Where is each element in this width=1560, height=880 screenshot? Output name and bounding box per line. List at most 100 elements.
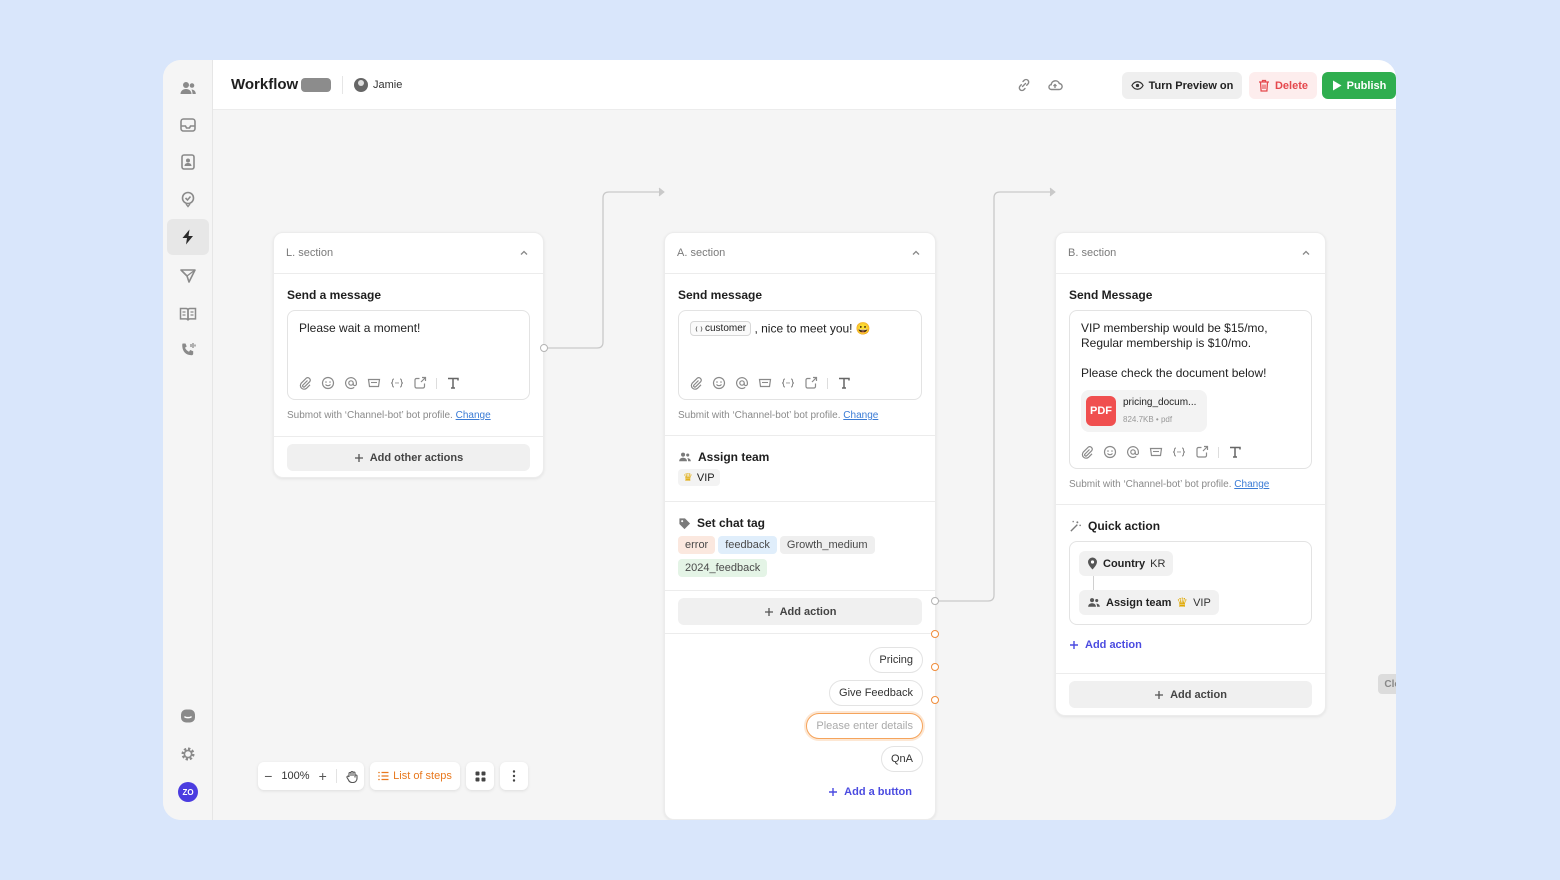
add-action-button[interactable]: Add action: [678, 598, 922, 625]
submit-text: Submit with ‘Channel-bot’ bot profile.: [1069, 479, 1232, 490]
share-icon[interactable]: [1195, 445, 1209, 459]
mention-icon[interactable]: [344, 376, 358, 390]
variable-icon[interactable]: [781, 376, 795, 390]
variable-icon[interactable]: [390, 376, 404, 390]
zoom-out-button[interactable]: −: [264, 768, 272, 784]
tag-list: error feedback Growth_medium 2024_feedback: [678, 536, 922, 582]
change-link[interactable]: Change: [1234, 479, 1269, 490]
publish-button[interactable]: Publish: [1322, 72, 1396, 99]
workspace-avatar[interactable]: ZO: [178, 782, 198, 802]
hand-icon[interactable]: [346, 770, 358, 783]
attach-icon[interactable]: [1080, 445, 1094, 459]
pricing-output-port[interactable]: [931, 597, 939, 605]
quick-action-block: Quick action Country KR Assign team ♛ VI…: [1056, 505, 1325, 674]
section-header[interactable]: L. section: [274, 233, 543, 274]
submit-text: Submot with ‘Channel-bot’ bot profile.: [287, 410, 453, 421]
phone-icon: [182, 343, 196, 356]
add-action-button[interactable]: Add action: [1069, 681, 1312, 708]
close-tooltip-button[interactable]: Close: [1378, 674, 1396, 694]
book-icon: [179, 307, 197, 321]
divider: [436, 377, 437, 389]
section-l-output-port[interactable]: [540, 344, 548, 352]
mention-icon[interactable]: [1126, 445, 1140, 459]
sticker-icon[interactable]: [367, 376, 381, 390]
add-a-button-link[interactable]: Add a button: [828, 786, 912, 798]
delete-button[interactable]: Delete: [1249, 72, 1317, 99]
delete-label: Delete: [1274, 79, 1309, 92]
add-action-link[interactable]: Add action: [1069, 639, 1312, 651]
text-format-icon[interactable]: [1228, 445, 1242, 459]
change-link[interactable]: Change: [456, 410, 491, 421]
reply-button-give-feedback[interactable]: Give Feedback: [829, 680, 923, 706]
rail-contacts[interactable]: [167, 70, 209, 106]
section-card-a[interactable]: A. section Send message customer , nice …: [664, 232, 936, 820]
list-of-steps-button[interactable]: List of steps: [370, 762, 460, 790]
message-editor[interactable]: customer , nice to meet you! 😀: [678, 310, 922, 400]
cloud-upload-icon[interactable]: [1047, 77, 1063, 93]
tag-chip[interactable]: Growth_medium: [779, 536, 875, 554]
add-other-actions-button[interactable]: Add other actions: [287, 444, 530, 471]
reply-button-pricing[interactable]: Pricing: [869, 647, 923, 673]
message-editor[interactable]: VIP membership would be $15/mo, Regular …: [1069, 310, 1312, 469]
rail-docs[interactable]: [167, 296, 209, 332]
text-format-icon[interactable]: [837, 376, 851, 390]
tag-chip[interactable]: feedback: [718, 536, 777, 554]
emoji-icon[interactable]: [321, 376, 335, 390]
share-icon[interactable]: [804, 376, 818, 390]
sticker-icon[interactable]: [758, 376, 772, 390]
rail-tasks[interactable]: [167, 181, 209, 217]
rail-settings[interactable]: [167, 736, 209, 772]
change-link[interactable]: Change: [843, 410, 878, 421]
attach-icon[interactable]: [298, 376, 312, 390]
tag-chip[interactable]: error: [678, 536, 716, 554]
section-card-l[interactable]: L. section Send a message Please wait a …: [273, 232, 544, 478]
block-title: Set chat tag: [678, 516, 922, 530]
team-chip: ♛ VIP: [678, 469, 720, 486]
assign-team-chip[interactable]: Assign team ♛ VIP: [1079, 590, 1219, 615]
message-editor[interactable]: Please wait a moment!: [287, 310, 530, 400]
chevron-up-icon[interactable]: [519, 248, 529, 258]
section-header[interactable]: A. section: [665, 233, 935, 274]
reply-button-details-input[interactable]: Please enter details: [806, 713, 923, 739]
chevron-up-icon[interactable]: [1301, 248, 1311, 258]
tag-chip[interactable]: 2024_feedback: [678, 559, 768, 577]
more-options-button[interactable]: [500, 762, 528, 790]
rail-chat[interactable]: [167, 698, 209, 734]
workflow-canvas[interactable]: L. section Send a message Please wait a …: [213, 110, 1396, 820]
section-card-b[interactable]: B. section Send Message VIP membership w…: [1055, 232, 1326, 716]
users-icon: [180, 82, 196, 94]
sticker-icon[interactable]: [1149, 445, 1163, 459]
attach-icon[interactable]: [689, 376, 703, 390]
grid-view-button[interactable]: [466, 762, 494, 790]
emoji-icon[interactable]: [1103, 445, 1117, 459]
country-condition-chip[interactable]: Country KR: [1079, 551, 1174, 576]
rail-calls[interactable]: [167, 332, 209, 368]
text-format-icon[interactable]: [446, 376, 460, 390]
mention-icon[interactable]: [735, 376, 749, 390]
add-actions-row: Add other actions: [274, 437, 543, 478]
zoom-in-button[interactable]: +: [319, 768, 327, 784]
emoji-icon[interactable]: [712, 376, 726, 390]
eye-icon: [1130, 81, 1144, 90]
rail-workflow[interactable]: [167, 219, 209, 255]
inbox-icon: [180, 118, 196, 132]
details-output-port[interactable]: [931, 663, 939, 671]
share-icon[interactable]: [413, 376, 427, 390]
add-action-row: Add action: [1056, 674, 1325, 715]
variable-chip[interactable]: customer: [690, 321, 752, 336]
set-chat-tag-block[interactable]: Set chat tag error feedback Growth_medium …: [665, 502, 935, 591]
status-toggle[interactable]: [301, 78, 331, 92]
rail-campaign[interactable]: [167, 258, 209, 294]
section-header[interactable]: B. section: [1056, 233, 1325, 274]
turn-preview-button[interactable]: Turn Preview on: [1122, 72, 1242, 99]
file-attachment[interactable]: PDF pricing_docum... 824.7KB • pdf: [1081, 390, 1207, 432]
assign-team-block[interactable]: Assign team ♛ VIP: [665, 436, 935, 502]
feedback-output-port[interactable]: [931, 630, 939, 638]
qna-output-port[interactable]: [931, 696, 939, 704]
link-icon[interactable]: [1016, 77, 1032, 93]
reply-button-qna[interactable]: QnA: [880, 746, 923, 772]
rail-inbox[interactable]: [167, 107, 209, 143]
variable-icon[interactable]: [1172, 445, 1186, 459]
chevron-up-icon[interactable]: [911, 248, 921, 258]
rail-contacts-book[interactable]: [167, 144, 209, 180]
